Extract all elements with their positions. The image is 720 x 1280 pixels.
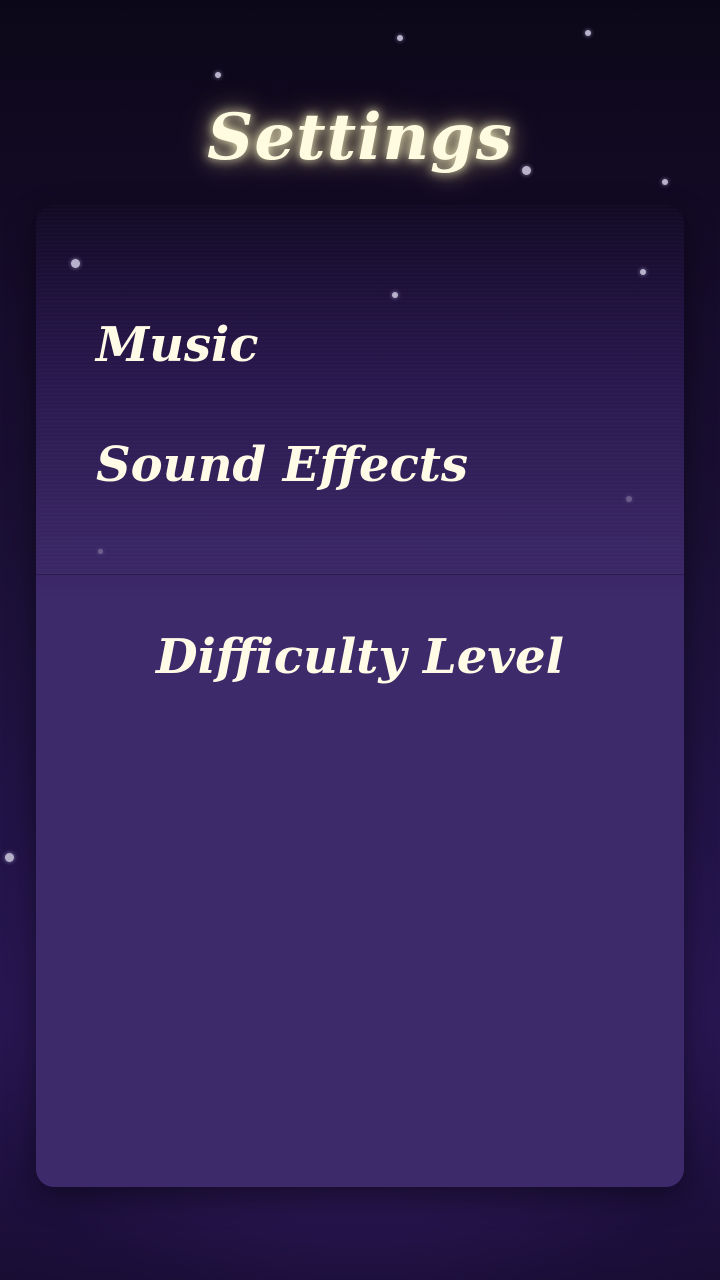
star-decoration (662, 179, 668, 185)
star-decoration (71, 259, 80, 268)
music-toggle[interactable]: Music (96, 317, 259, 373)
star-decoration (5, 853, 14, 862)
star-decoration (640, 269, 646, 275)
section-divider (36, 574, 684, 575)
star-decoration (397, 35, 403, 41)
panel-texture (36, 205, 684, 575)
difficulty-level-heading: Difficulty Level (156, 629, 564, 685)
sound-effects-toggle[interactable]: Sound Effects (96, 437, 468, 493)
star-decoration (585, 30, 591, 36)
star-decoration (98, 549, 103, 554)
star-decoration (626, 496, 632, 502)
star-decoration (392, 292, 398, 298)
page-title: Settings (207, 100, 513, 175)
settings-panel: Music Sound Effects Difficulty Level (36, 205, 684, 1187)
star-decoration (215, 72, 221, 78)
